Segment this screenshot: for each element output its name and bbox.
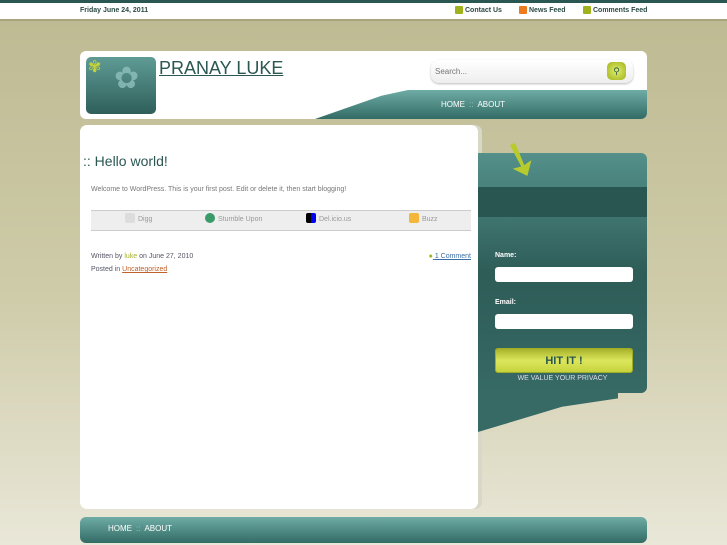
author-link[interactable]: luke (124, 253, 137, 260)
search-box: ⚲ (431, 60, 633, 83)
news-feed-link[interactable]: News Feed (519, 6, 566, 14)
site-header: ✿✾ PRANAY LUKE ⚲ HOME :: ABOUT (80, 51, 647, 119)
share-label: Digg (138, 216, 153, 223)
comment-icon: ● (428, 253, 433, 260)
share-bar: Digg Stumble Upon Del.icio.us Buzz (91, 210, 471, 231)
nav-separator: :: (136, 524, 141, 533)
posted-in-label: Posted in (91, 266, 121, 273)
footer-nav-bar: HOME :: ABOUT (80, 517, 647, 543)
current-date: Friday June 24, 2011 (80, 7, 149, 14)
share-buzz[interactable]: Buzz (409, 213, 438, 223)
search-button[interactable]: ⚲ (607, 62, 626, 80)
comments-link[interactable]: ● 1 Comment (429, 253, 471, 260)
site-title[interactable]: PRANAY LUKE (159, 58, 283, 79)
link-label: Contact Us (465, 6, 502, 14)
contact-icon (455, 6, 463, 14)
digg-icon (125, 213, 135, 223)
share-digg[interactable]: Digg (125, 213, 152, 223)
email-input[interactable] (495, 314, 633, 329)
search-icon: ⚲ (613, 66, 620, 76)
post-area: :: Hello world! Welcome to WordPress. Th… (80, 125, 478, 509)
comments-label: 1 Comment (434, 253, 471, 260)
footer-nav-about[interactable]: ABOUT (144, 524, 172, 533)
nav-separator: :: (469, 100, 474, 109)
top-bar: Friday June 24, 2011 Contact Us News Fee… (0, 0, 727, 21)
name-input[interactable] (495, 267, 633, 282)
category-link[interactable]: Uncategorized (122, 266, 167, 273)
post-title[interactable]: :: Hello world! (83, 153, 168, 169)
site-logo[interactable]: ✿ ✾ (86, 57, 156, 114)
share-stumbleupon[interactable]: Stumble Upon (205, 213, 262, 223)
share-label: Stumble Upon (218, 216, 263, 223)
link-label: News Feed (529, 6, 566, 14)
main-nav: HOME :: ABOUT (441, 100, 505, 109)
footer-nav-home[interactable]: HOME (108, 524, 132, 533)
rss-icon (519, 6, 527, 14)
privacy-note: WE VALUE YOUR PRIVACY (517, 375, 608, 382)
footer-nav: HOME :: ABOUT (108, 524, 172, 533)
search-input[interactable] (435, 64, 595, 78)
name-label: Name: (495, 252, 517, 259)
stumbleupon-icon (205, 213, 215, 223)
delicious-icon (306, 213, 316, 223)
share-label: Buzz (422, 216, 438, 223)
comments-icon (583, 6, 591, 14)
nav-about[interactable]: ABOUT (477, 100, 505, 109)
widget-wave (478, 390, 618, 432)
contact-us-link[interactable]: Contact Us (455, 6, 502, 14)
link-label: Comments Feed (593, 6, 648, 14)
post-category-line: Posted in Uncategorized (91, 266, 167, 273)
subscribe-widget: Name: Email: HIT IT ! WE VALUE YOUR PRIV… (478, 153, 647, 393)
submit-button[interactable]: HIT IT ! (495, 348, 633, 373)
share-label: Del.icio.us (319, 216, 352, 223)
leaf-icon: ✾ (88, 59, 102, 76)
nav-home[interactable]: HOME (441, 100, 465, 109)
buzz-icon (409, 213, 419, 223)
flower-icon: ✿ (114, 62, 140, 95)
comments-feed-link[interactable]: Comments Feed (583, 6, 647, 14)
written-by-label: Written by (91, 253, 123, 260)
email-label: Email: (495, 299, 517, 306)
post-body: Welcome to WordPress. This is your first… (91, 186, 347, 193)
widget-band (478, 187, 647, 217)
post-author-line: Written by luke on June 27, 2010 (91, 253, 193, 260)
post-date: on June 27, 2010 (139, 253, 194, 260)
share-delicious[interactable]: Del.icio.us (306, 213, 351, 223)
